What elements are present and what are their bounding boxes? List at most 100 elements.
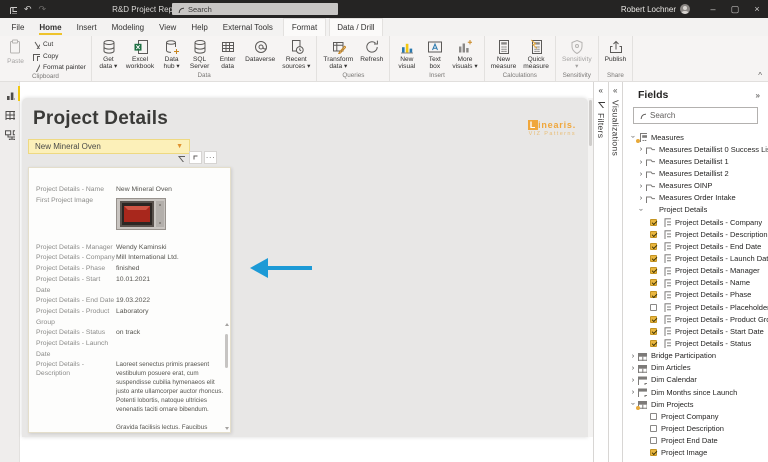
expand-pane-icon[interactable]: « (613, 87, 617, 95)
field-checkbox[interactable] (650, 218, 657, 226)
tree-item[interactable]: Project Details - Company (623, 216, 768, 228)
tree-item[interactable]: Measures Detaillist 1 (623, 155, 768, 167)
tree-item[interactable]: Dim Calendar (623, 374, 768, 386)
tree-chevron-icon[interactable] (629, 376, 637, 384)
enter-data-button[interactable]: Enter data (214, 37, 241, 71)
paste-button[interactable]: Paste (3, 37, 28, 72)
focus-mode-icon[interactable] (189, 151, 202, 164)
menu-format[interactable]: Format (283, 18, 326, 36)
report-view[interactable] (2, 86, 21, 102)
sql-server-button[interactable]: SQL Server (186, 37, 213, 71)
transform-data-button[interactable]: Transform data ▾ (320, 37, 356, 71)
new-measure-button[interactable]: New measure (488, 37, 520, 71)
tree-item[interactable]: Project Details - Phase (623, 289, 768, 301)
tree-item[interactable]: Measures Order Intake (623, 192, 768, 204)
tree-item[interactable]: Project Description (623, 422, 768, 434)
tree-item[interactable]: Project Details - Placeholder (623, 301, 768, 313)
model-view[interactable] (2, 126, 18, 142)
field-checkbox[interactable] (650, 242, 657, 250)
field-checkbox[interactable] (650, 230, 657, 238)
menu-insert[interactable]: Insert (69, 18, 104, 36)
field-checkbox[interactable] (650, 303, 657, 311)
sensitivity-button[interactable]: Sensitivity ▾ (559, 37, 595, 71)
tree-item[interactable]: Project Details - Description (623, 228, 768, 240)
field-checkbox[interactable] (650, 412, 657, 420)
copy-button[interactable]: Copy (31, 52, 86, 61)
menu-file[interactable]: File (4, 18, 32, 36)
recent-sources-button[interactable]: Recent sources ▾ (279, 37, 313, 71)
tree-item[interactable]: Project Details - Name (623, 277, 768, 289)
tree-item[interactable]: Project Details - Start Date (623, 325, 768, 337)
filter-icon[interactable] (174, 151, 187, 164)
scrollbar-thumb[interactable] (225, 334, 228, 368)
data-view[interactable] (2, 106, 18, 122)
global-search[interactable] (172, 3, 338, 15)
menu-help[interactable]: Help (184, 18, 215, 36)
field-checkbox[interactable] (650, 267, 657, 275)
project-details-card[interactable]: Project Details - Name New Mineral Oven (28, 167, 231, 433)
menu-view[interactable]: View (152, 18, 184, 36)
fields-search-input[interactable] (650, 111, 760, 120)
field-checkbox[interactable] (650, 279, 657, 287)
more-options-icon[interactable]: ··· (204, 151, 217, 164)
card-scrollbar[interactable] (224, 323, 229, 430)
tree-item[interactable]: Project Image (623, 447, 768, 459)
dataverse-button[interactable]: Dataverse (242, 37, 278, 71)
data-hub-button[interactable]: Data hub ▾ (158, 37, 185, 71)
tree-item[interactable]: Project End Date (623, 435, 768, 447)
publish-button[interactable]: Publish (602, 37, 630, 71)
scroll-up-icon[interactable] (224, 323, 229, 326)
filters-pane-collapsed[interactable]: « Filters (593, 82, 608, 462)
quick-measure-button[interactable]: Quick measure (520, 37, 552, 71)
tree-chevron-icon[interactable] (637, 170, 645, 178)
tree-chevron-icon[interactable] (629, 352, 637, 360)
tree-item[interactable]: Measures (623, 131, 768, 144)
cut-button[interactable]: Cut (31, 40, 86, 49)
tree-item[interactable]: Project Details - Manager (623, 265, 768, 277)
tree-item[interactable]: Measures Detaillist 2 (623, 167, 768, 179)
maximize-button[interactable]: ▢ (724, 0, 746, 18)
excel-workbook-button[interactable]: Excel workbook (123, 37, 157, 71)
tree-item[interactable]: Measures OINP (623, 180, 768, 192)
field-checkbox[interactable] (650, 254, 657, 262)
format-painter-button[interactable]: Format painter (31, 63, 86, 72)
menu-modeling[interactable]: Modeling (104, 18, 151, 36)
tree-chevron-icon[interactable] (629, 388, 637, 396)
menu-home[interactable]: Home (32, 18, 69, 36)
report-page[interactable]: Project Details Linearis. VIZ Patterns N… (22, 98, 588, 437)
field-checkbox[interactable] (650, 339, 657, 347)
new-visual-button[interactable]: New visual (393, 37, 420, 71)
refresh-button[interactable]: Refresh (357, 37, 386, 71)
menu-external-tools[interactable]: External Tools (215, 18, 280, 36)
account-menu[interactable]: Robert Lochner (621, 4, 690, 14)
tree-item[interactable]: Project Details (623, 204, 768, 216)
undo-icon[interactable]: ↶ (24, 4, 32, 14)
save-icon[interactable] (8, 5, 17, 14)
more-visuals-button[interactable]: More visuals ▾ (449, 37, 480, 71)
tree-item[interactable]: Project Details - End Date (623, 240, 768, 252)
tree-item[interactable]: Bridge Participation (623, 350, 768, 362)
field-checkbox[interactable] (650, 315, 657, 323)
visualizations-pane-collapsed[interactable]: « Visualizations (607, 82, 622, 462)
tree-chevron-icon[interactable] (637, 206, 645, 214)
get-data-button[interactable]: Get data ▾ (95, 37, 122, 71)
tree-chevron-icon[interactable] (637, 145, 645, 153)
redo-icon[interactable]: ↷ (39, 4, 47, 14)
tree-item[interactable]: Dim Months since Launch (623, 386, 768, 398)
field-checkbox[interactable] (650, 291, 657, 299)
field-checkbox[interactable] (650, 424, 657, 432)
fields-search[interactable] (633, 107, 760, 124)
tree-chevron-icon[interactable] (637, 182, 645, 190)
field-checkbox[interactable] (650, 449, 657, 457)
tree-item[interactable]: Dim Projects (623, 398, 768, 411)
tree-item[interactable]: Project Details - Product Gro... (623, 313, 768, 325)
scroll-down-icon[interactable] (224, 427, 229, 430)
canvas-scrollbar[interactable] (588, 98, 593, 437)
tree-item[interactable]: Project Company (623, 410, 768, 422)
field-checkbox[interactable] (650, 327, 657, 335)
tree-item[interactable]: Measures Detaillist 0 Success List (623, 143, 768, 155)
project-slicer-dropdown[interactable]: New Mineral Oven ▼ (28, 139, 190, 154)
tree-item[interactable]: Dim Articles (623, 362, 768, 374)
ribbon-collapse-chevron-icon[interactable]: ^ (758, 71, 762, 80)
tree-chevron-icon[interactable] (629, 364, 637, 372)
